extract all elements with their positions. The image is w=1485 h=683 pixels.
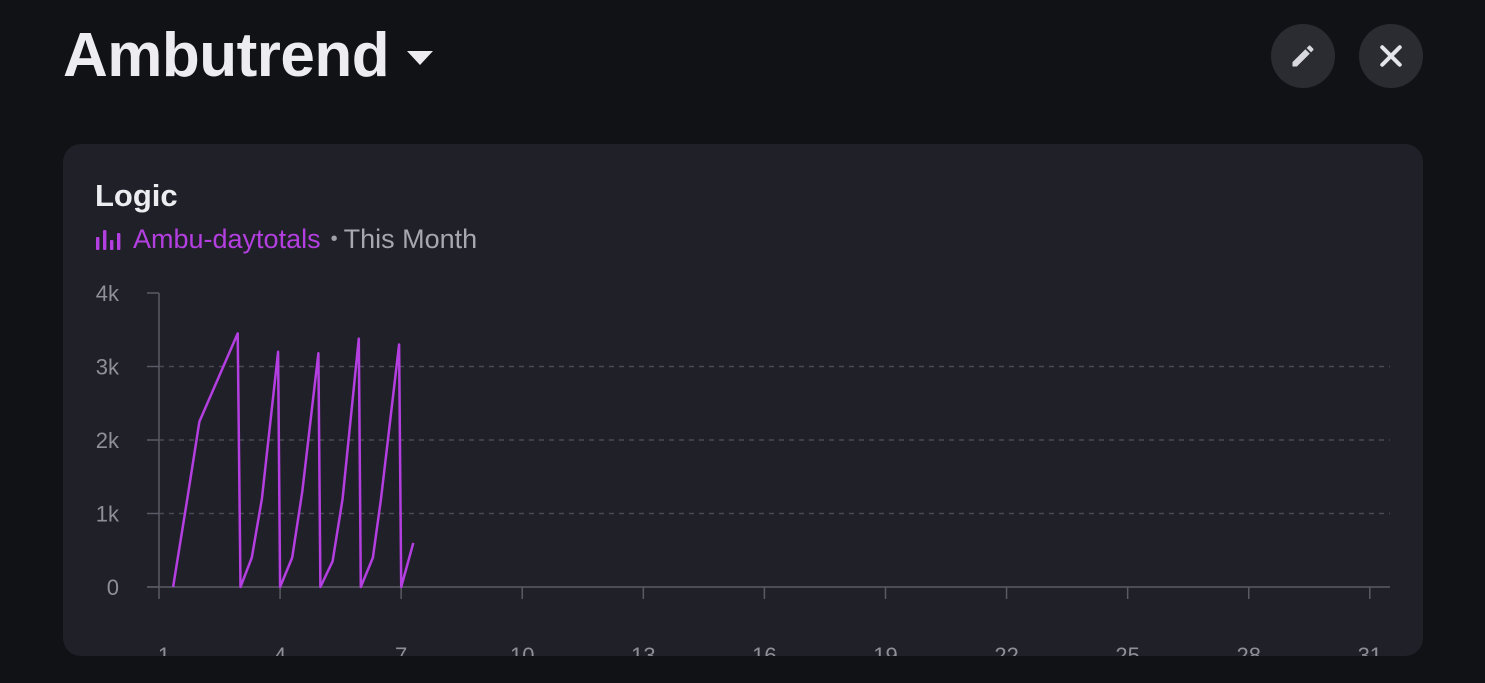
header: Ambutrend: [63, 18, 434, 94]
x-tick-label: 28: [1236, 643, 1260, 656]
close-icon: [1380, 45, 1402, 67]
x-axis-ticks: 1 4 7 10 13 16 19 22 25 28 31: [158, 587, 1382, 656]
edit-button[interactable]: [1271, 24, 1335, 88]
y-tick-label: 2k: [96, 428, 120, 453]
y-tick-label: 0: [107, 575, 119, 600]
close-button[interactable]: [1359, 24, 1423, 88]
x-tick-label: 19: [873, 643, 897, 656]
x-tick-label: 22: [994, 643, 1018, 656]
pencil-icon: [1292, 45, 1314, 67]
x-tick-label: 10: [510, 643, 534, 656]
chevron-down-icon[interactable]: [407, 51, 434, 65]
y-axis-ticks: 0 1k 2k 3k 4k: [96, 281, 159, 600]
x-tick-label: 7: [395, 643, 407, 656]
x-tick-label: 31: [1358, 643, 1382, 656]
chart-card: Logic Ambu-daytotals • This Month 0 1k 2k 3…: [63, 144, 1423, 656]
y-tick-label: 4k: [96, 281, 120, 306]
x-tick-label: 4: [274, 643, 286, 656]
line-chart: 0 1k 2k 3k 4k 1 4 7 10 13 16 19 22 25 28 31: [96, 281, 1390, 656]
x-tick-label: 1: [158, 643, 170, 656]
page-title[interactable]: Ambutrend: [63, 18, 390, 94]
series-line: [171, 332, 415, 589]
y-tick-label: 3k: [96, 355, 120, 380]
chart-series: [171, 332, 415, 589]
x-tick-label: 13: [631, 643, 655, 656]
y-tick-label: 1k: [96, 502, 120, 527]
x-tick-label: 25: [1115, 643, 1139, 656]
x-tick-label: 16: [752, 643, 776, 656]
